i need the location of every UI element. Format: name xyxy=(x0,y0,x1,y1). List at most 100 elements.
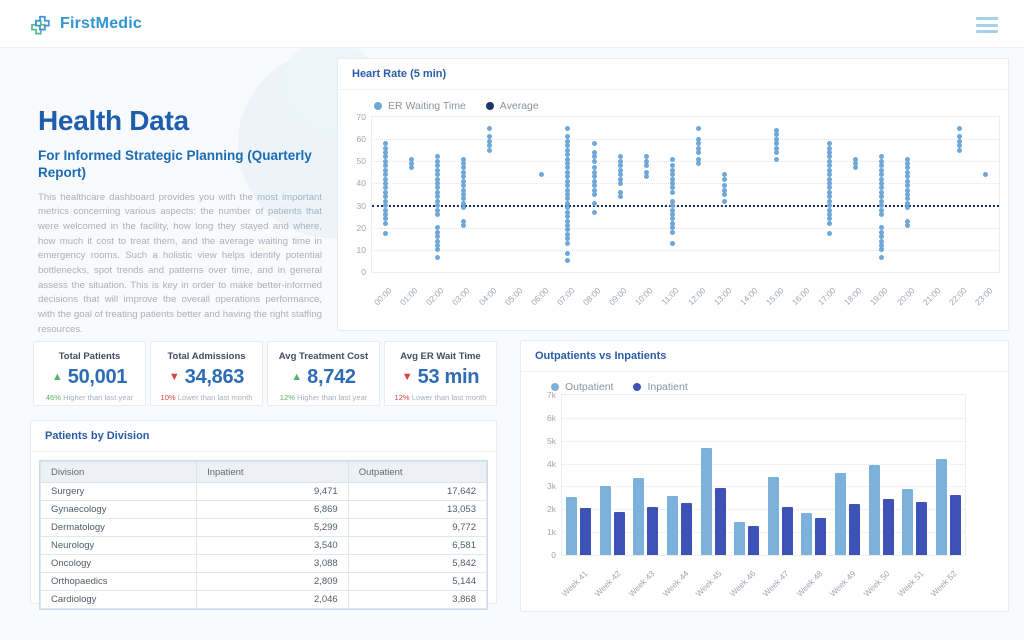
scatter-point xyxy=(879,185,884,190)
y-tick-label: 5k xyxy=(547,436,556,446)
x-tick-label: 21:00 xyxy=(920,285,942,307)
outpatients-vs-inpatients-card: Outpatients vs Inpatients OutpatientInpa… xyxy=(520,340,1009,612)
scatter-point xyxy=(827,199,832,204)
scatter-point xyxy=(435,159,440,164)
kpi-total-patients: Total Patients ▲ 50,001 46% Higher than … xyxy=(33,341,146,406)
patients-by-division-card: Patients by Division DivisionInpatientOu… xyxy=(30,420,497,604)
y-tick-label: 60 xyxy=(357,134,366,144)
bar-outpatient xyxy=(936,459,947,555)
scatter-point xyxy=(565,139,570,144)
scatter-point xyxy=(905,165,910,170)
scatter-point xyxy=(957,126,962,131)
scatter-point xyxy=(853,165,858,170)
scatter-point xyxy=(774,128,779,133)
scatter-point xyxy=(592,188,597,193)
y-tick-label: 6k xyxy=(547,413,556,423)
scatter-point xyxy=(435,199,440,204)
page-title: Health Data xyxy=(38,105,322,137)
scatter-point xyxy=(383,190,388,195)
scatter-point xyxy=(461,157,466,162)
bar-inpatient xyxy=(647,507,658,555)
x-tick-label: Week 49 xyxy=(828,568,858,598)
bar-outpatient xyxy=(801,513,812,555)
dashboard-page: FirstMedic Health Data For Informed Stra… xyxy=(0,0,1024,640)
scatter-point xyxy=(435,234,440,239)
hamburger-menu-icon[interactable] xyxy=(976,17,998,33)
x-tick-label: 03:00 xyxy=(450,285,472,307)
x-tick-label: 23:00 xyxy=(973,285,995,307)
y-tick-label: 50 xyxy=(357,156,366,166)
table-row: Cardiology2,0463,868 xyxy=(41,591,487,609)
gridline xyxy=(562,486,965,487)
legend-item-outpatient[interactable]: Outpatient xyxy=(551,381,613,393)
bar-inpatient xyxy=(916,502,927,555)
scatter-point xyxy=(774,146,779,151)
scatter-point xyxy=(879,208,884,213)
bar-outpatient xyxy=(600,486,611,555)
scatter-point xyxy=(879,234,884,239)
scatter-point xyxy=(565,183,570,188)
brand-logo[interactable]: FirstMedic xyxy=(28,12,142,36)
legend-item-average[interactable]: Average xyxy=(486,100,539,112)
patient-count: 5,144 xyxy=(348,573,486,591)
scatter-point xyxy=(774,150,779,155)
legend-item-inpatient[interactable]: Inpatient xyxy=(633,381,687,393)
scatter-point xyxy=(827,181,832,186)
scatter-point xyxy=(592,159,597,164)
scatter-point xyxy=(435,203,440,208)
kpi-avg-treatment-cost: Avg Treatment Cost ▲ 8,742 12% Higher th… xyxy=(267,341,380,406)
legend-item-er-waiting-time[interactable]: ER Waiting Time xyxy=(374,100,466,112)
out-vs-in-y-axis: 01k2k3k4k5k6k7k xyxy=(529,394,556,556)
scatter-point xyxy=(670,199,675,204)
scatter-point xyxy=(409,165,414,170)
scatter-point xyxy=(461,192,466,197)
scatter-point xyxy=(879,194,884,199)
scatter-point xyxy=(565,236,570,241)
scatter-point xyxy=(670,163,675,168)
scatter-point xyxy=(879,230,884,235)
scatter-point xyxy=(879,239,884,244)
out-vs-in-x-axis: Week 41Week 42Week 43Week 44Week 45Week … xyxy=(561,559,966,605)
scatter-point xyxy=(487,139,492,144)
x-tick-label: Week 44 xyxy=(660,568,690,598)
scatter-point xyxy=(670,230,675,235)
out-vs-in-plot xyxy=(561,394,966,556)
x-tick-label: 05:00 xyxy=(502,285,524,307)
scatter-point xyxy=(461,205,466,210)
scatter-point xyxy=(879,154,884,159)
x-tick-label: 06:00 xyxy=(529,285,551,307)
column-header: Division xyxy=(41,462,197,483)
scatter-point xyxy=(383,146,388,151)
scatter-point xyxy=(383,154,388,159)
x-tick-label: Week 46 xyxy=(727,568,757,598)
x-tick-label: 14:00 xyxy=(738,285,760,307)
scatter-point xyxy=(670,216,675,221)
scatter-point xyxy=(879,247,884,252)
heart-rate-x-axis: 00:0001:0002:0003:0004:0005:0006:0007:00… xyxy=(371,276,1000,318)
patient-count: 2,809 xyxy=(197,573,349,591)
bar-inpatient xyxy=(614,512,625,555)
scatter-point xyxy=(644,159,649,164)
scatter-point xyxy=(905,170,910,175)
scatter-point xyxy=(565,241,570,246)
scatter-point xyxy=(722,188,727,193)
x-tick-label: 18:00 xyxy=(842,285,864,307)
x-tick-label: 17:00 xyxy=(816,285,838,307)
scatter-point xyxy=(435,172,440,177)
scatter-point xyxy=(565,143,570,148)
scatter-point xyxy=(905,174,910,179)
scatter-point xyxy=(565,152,570,157)
scatter-point xyxy=(565,165,570,170)
scatter-point xyxy=(461,223,466,228)
bar-outpatient xyxy=(869,465,880,555)
scatter-point xyxy=(670,172,675,177)
table-row: Gynaecology6,86913,053 xyxy=(41,501,487,519)
scatter-point xyxy=(905,201,910,206)
scatter-point xyxy=(435,212,440,217)
gridline xyxy=(562,464,965,465)
scatter-point xyxy=(565,161,570,166)
x-tick-label: 20:00 xyxy=(894,285,916,307)
scatter-point xyxy=(670,225,675,230)
bar-inpatient xyxy=(715,488,726,555)
division-table: DivisionInpatientOutpatient Surgery9,471… xyxy=(39,460,488,610)
